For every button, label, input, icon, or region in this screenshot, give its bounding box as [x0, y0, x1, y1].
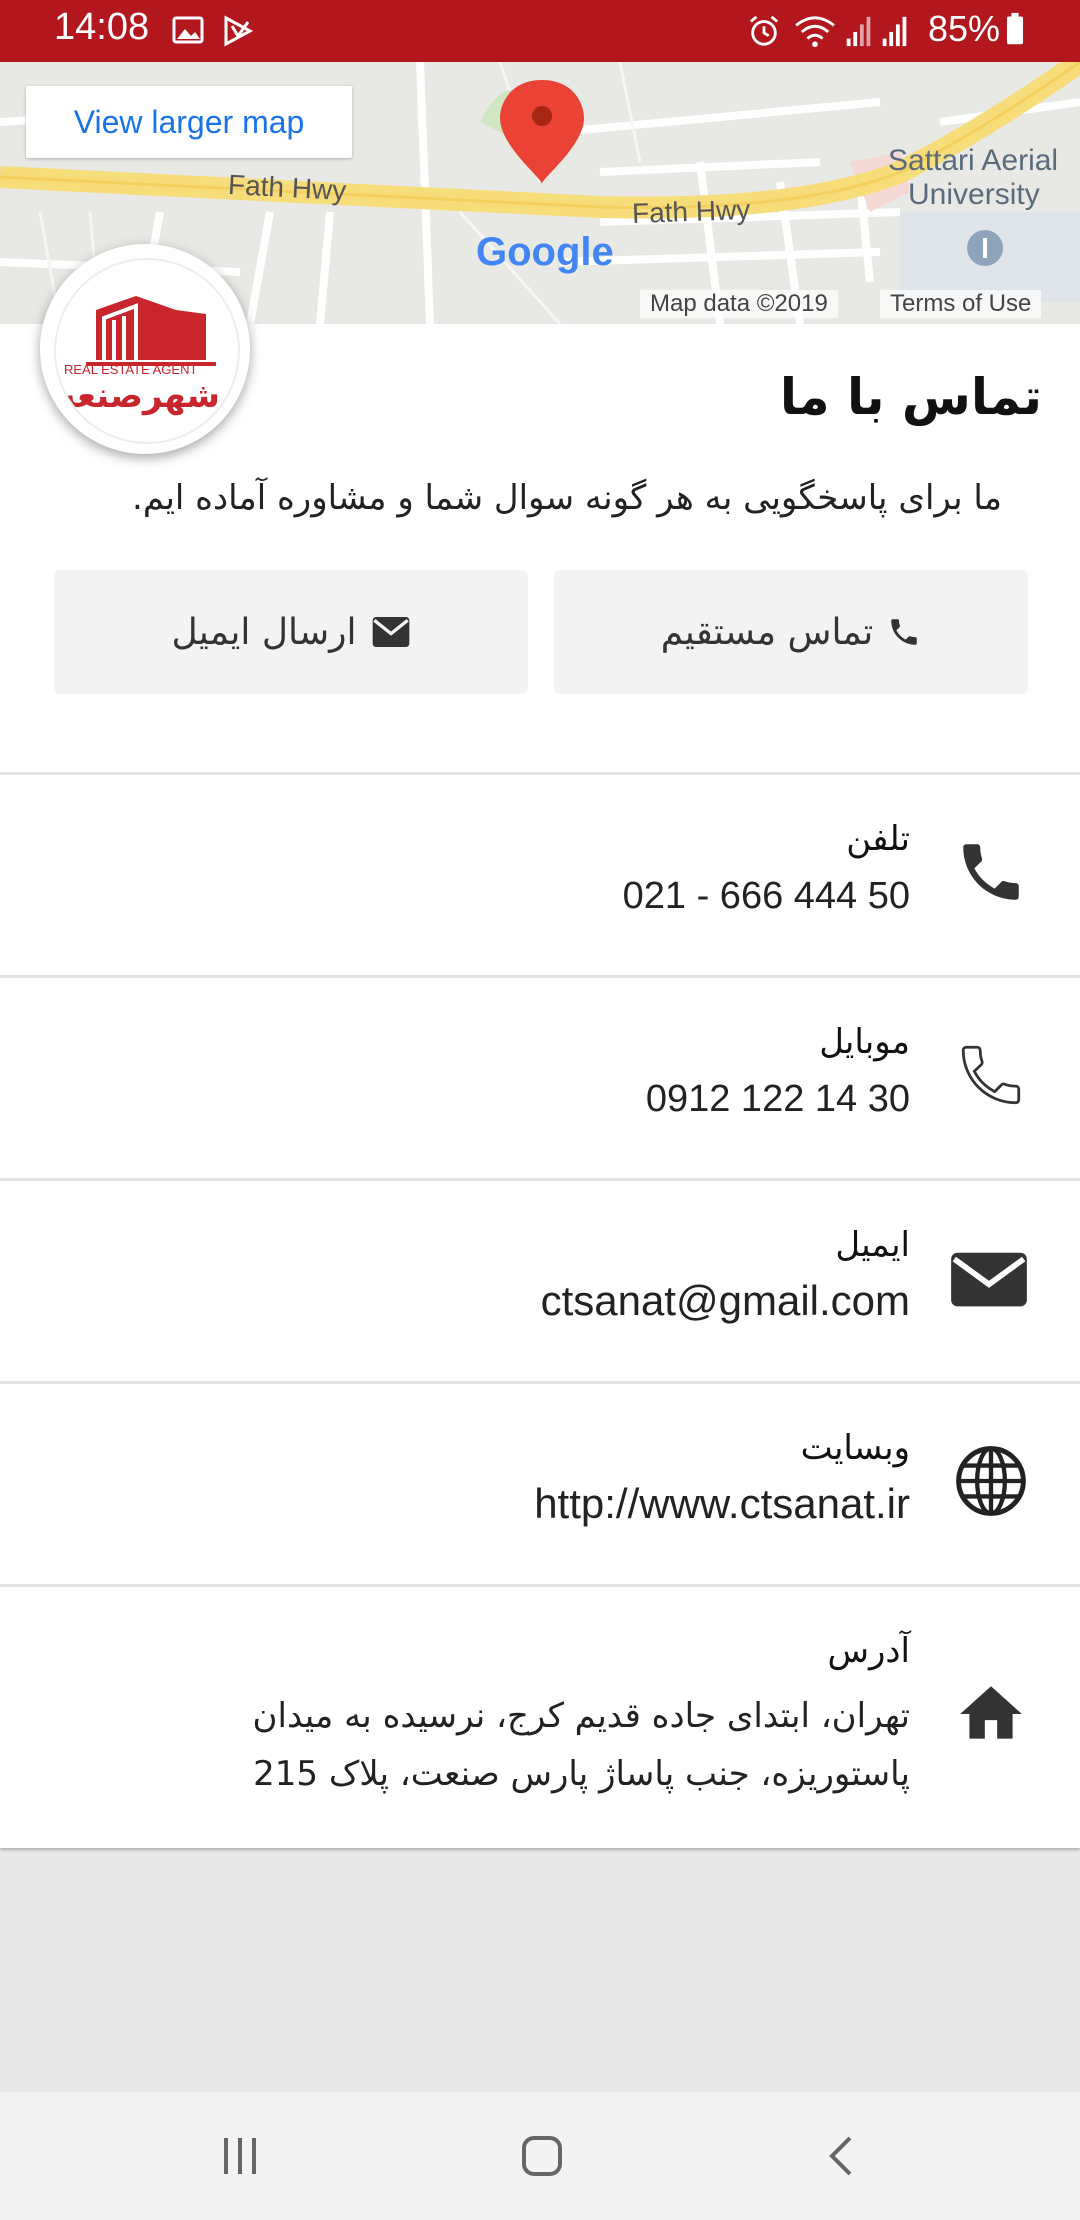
company-logo: REAL ESTATE AGENT شهرصنعت: [40, 244, 250, 454]
back-icon[interactable]: [822, 2134, 862, 2178]
phone-value[interactable]: 021 - 666 444 50: [623, 875, 910, 918]
status-time: 14:08: [54, 6, 150, 48]
website-value[interactable]: http://www.ctsanat.ir: [534, 1480, 910, 1528]
page-title: تماس با ما: [779, 368, 1042, 426]
mobile-value[interactable]: 0912 122 14 30: [646, 1078, 910, 1121]
alarm-icon: [749, 15, 779, 46]
phone-icon: [963, 844, 1019, 900]
page-subtitle: ما برای پاسخگویی به هر گونه سوال شما و م…: [132, 478, 1002, 518]
logo-text: شهرصنعت: [54, 376, 220, 416]
recent-apps-icon[interactable]: [218, 2134, 262, 2178]
map-poi-label: University: [908, 178, 1040, 211]
map-road-label: Fath Hwy: [227, 168, 348, 207]
wifi-icon: [795, 16, 835, 48]
email-row[interactable]: ایمیل ctsanat@gmail.com: [0, 1178, 1080, 1381]
signal-icon: [846, 16, 871, 47]
view-larger-map-link[interactable]: View larger map: [26, 86, 352, 158]
status-bar: 14:08 85%: [0, 0, 1080, 62]
phone-row[interactable]: تلفن 021 - 666 444 50: [0, 772, 1080, 975]
globe-icon: [956, 1446, 1026, 1516]
email-label: ایمیل: [835, 1225, 910, 1265]
send-email-button[interactable]: ارسال ایمیل: [54, 570, 528, 694]
google-logo: Google: [476, 230, 614, 274]
email-value[interactable]: ctsanat@gmail.com: [541, 1277, 910, 1325]
direct-call-label: تماس مستقیم: [660, 611, 874, 653]
terms-of-use-link[interactable]: Terms of Use: [880, 290, 1042, 318]
phone-icon: [891, 619, 917, 645]
send-email-label: ارسال ایمیل: [171, 611, 357, 653]
website-label: وبسایت: [800, 1428, 910, 1468]
play-store-icon: [224, 15, 254, 47]
website-row[interactable]: وبسایت http://www.ctsanat.ir: [0, 1381, 1080, 1584]
address-label: آدرس: [827, 1631, 910, 1671]
mobile-row[interactable]: موبایل 0912 122 14 30: [0, 975, 1080, 1178]
home-icon: [960, 1686, 1022, 1739]
signal-icon: [882, 16, 907, 47]
system-nav-bar: [0, 2092, 1080, 2220]
battery-percent: 85%: [927, 8, 1000, 49]
phone-outline-icon: [961, 1045, 1021, 1105]
envelope-icon: [951, 1252, 1027, 1307]
home-button-icon[interactable]: [518, 2132, 566, 2180]
battery-icon: [1006, 12, 1024, 45]
mobile-label: موبایل: [819, 1022, 910, 1062]
contact-card: REAL ESTATE AGENT شهرصنعت تماس با ما ما …: [0, 244, 1080, 1851]
map-data-attribution: Map data ©2019: [640, 290, 838, 318]
direct-call-button[interactable]: تماس مستقیم: [554, 570, 1028, 694]
map-poi-label: Sattari Aerial: [888, 144, 1059, 177]
gallery-icon: [172, 16, 204, 44]
map-road-label: Fath Hwy: [631, 193, 751, 230]
phone-label: تلفن: [846, 819, 910, 859]
address-value: تهران، ابتدای جاده قدیم کرج، نرسیده به م…: [252, 1696, 910, 1794]
address-row[interactable]: آدرس تهران، ابتدای جاده قدیم کرج، نرسیده…: [0, 1584, 1080, 1851]
envelope-icon: [372, 617, 409, 647]
